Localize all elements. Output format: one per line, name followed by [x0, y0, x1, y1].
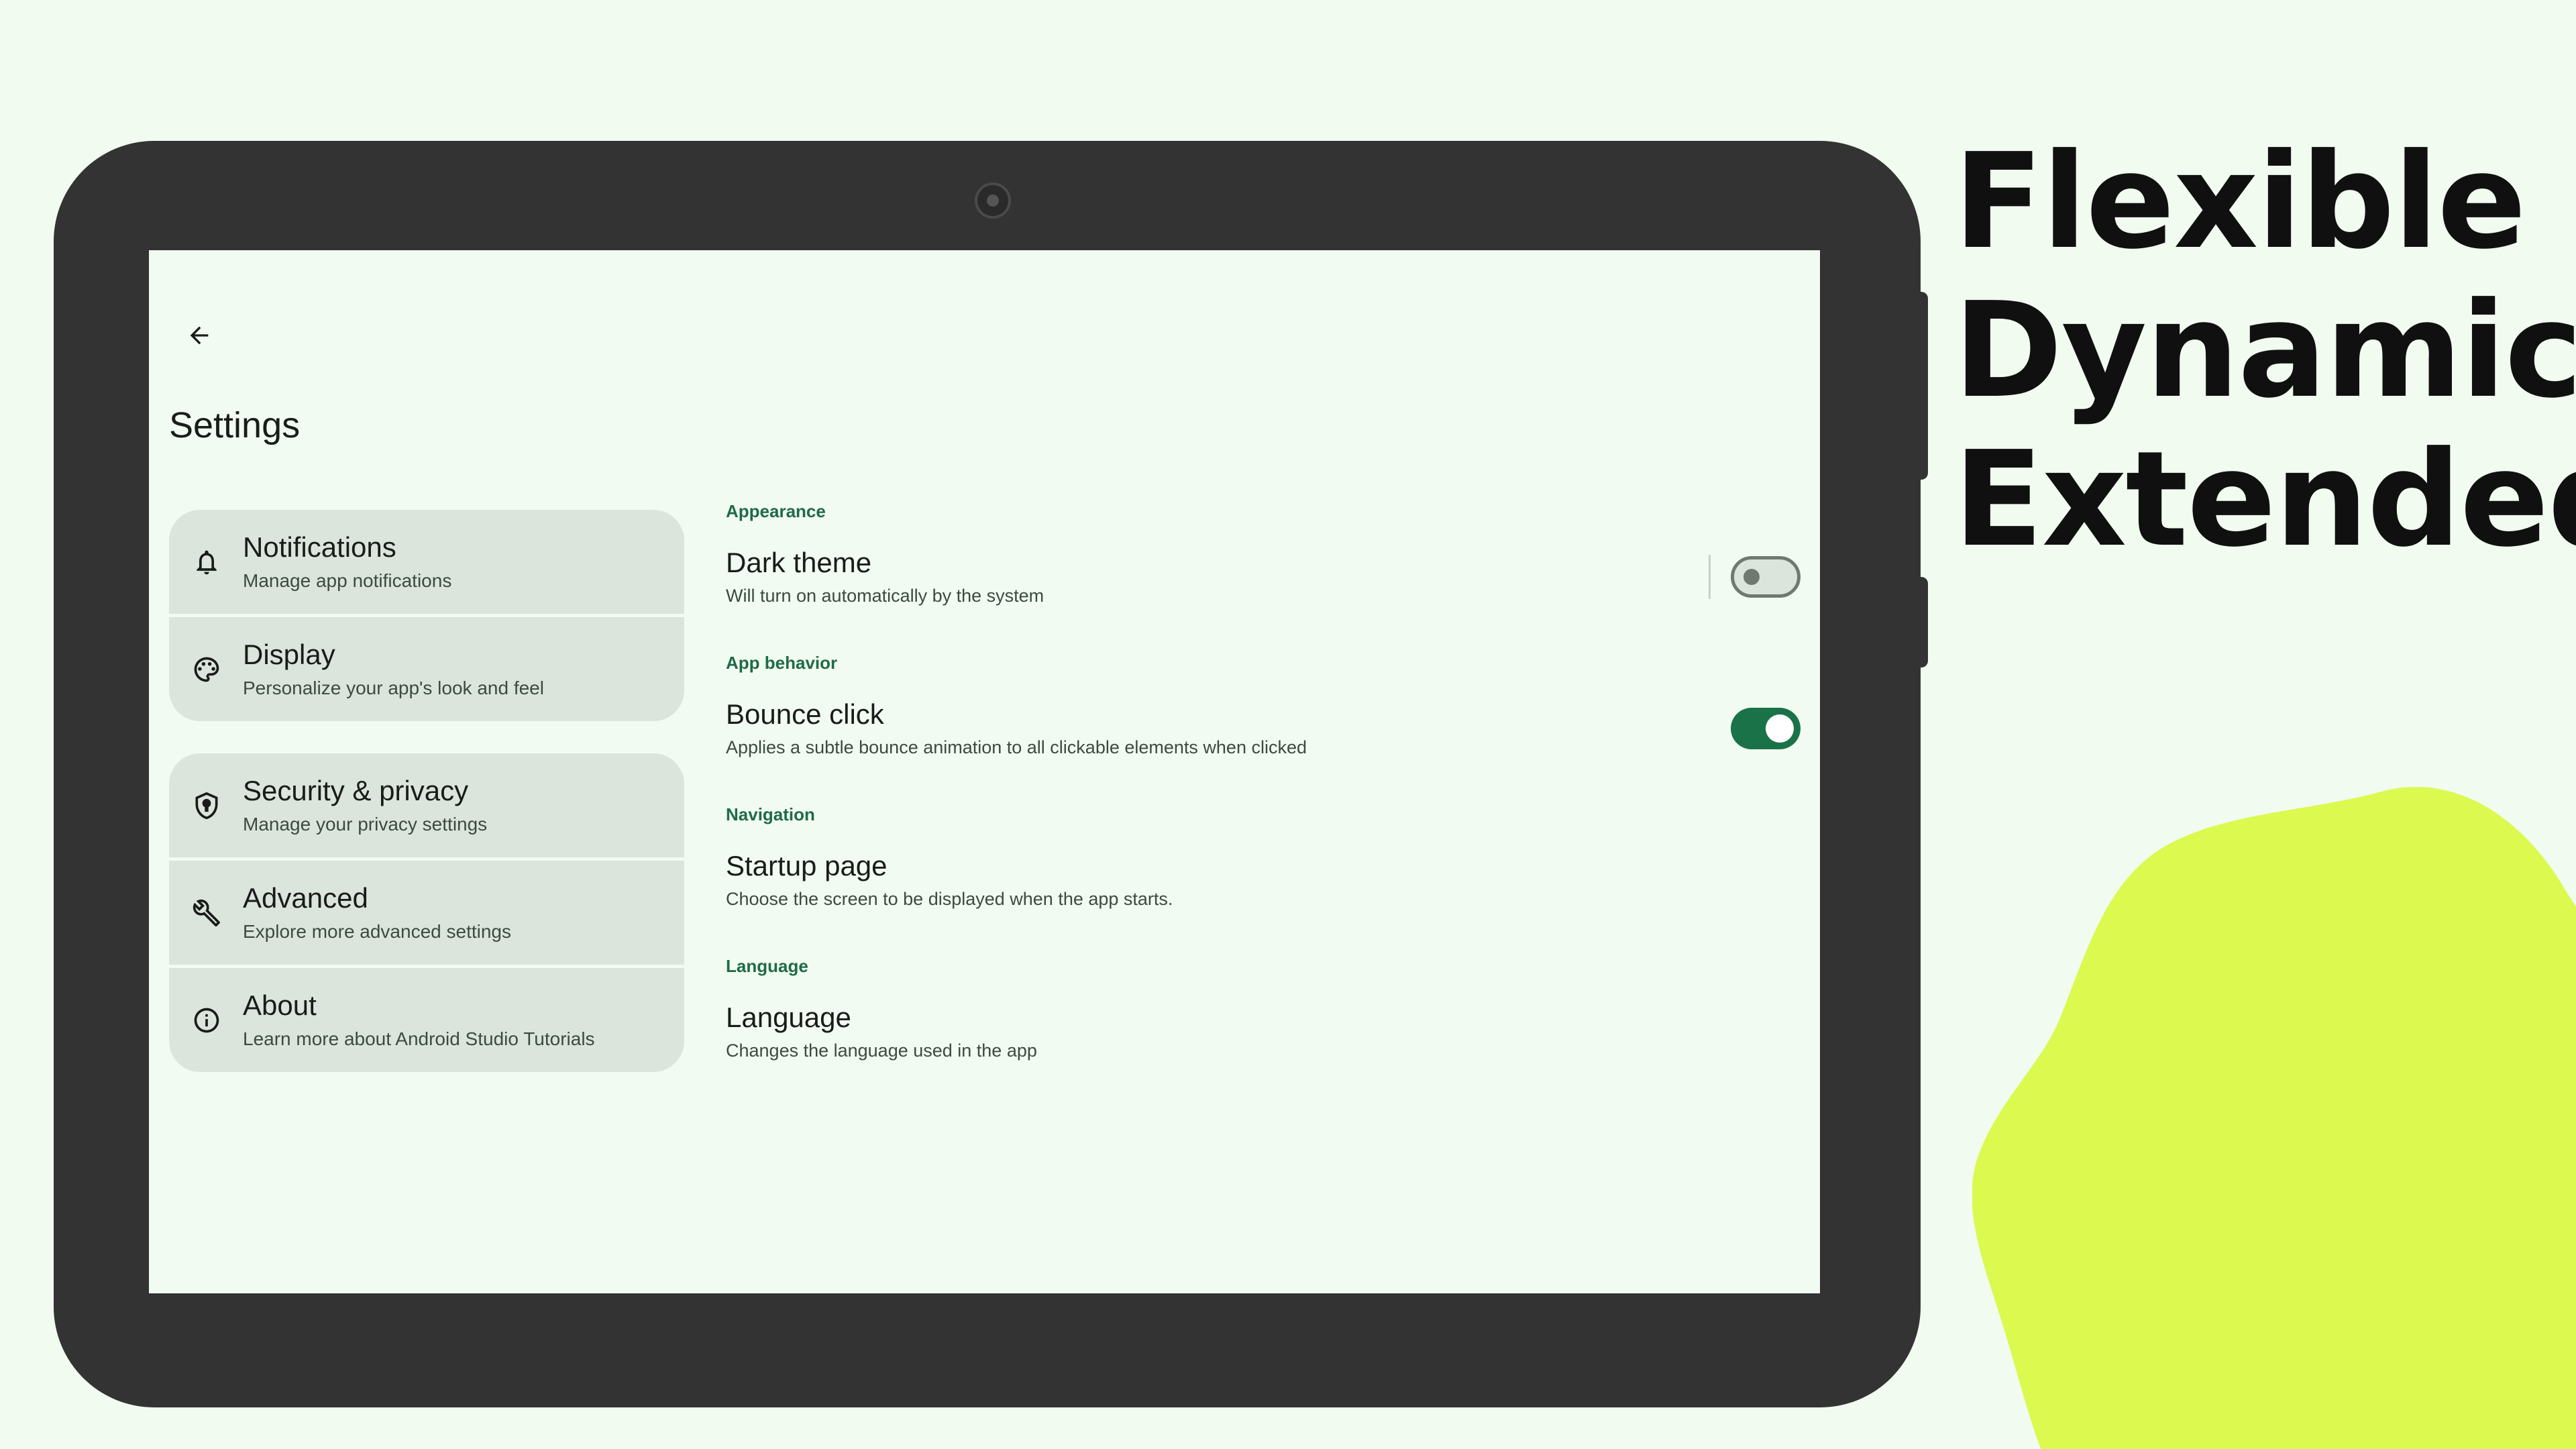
tagline-line-1: Flexible [1953, 125, 2526, 278]
pref-startup-page-subtitle: Choose the screen to be displayed when t… [726, 889, 1173, 909]
pref-language-title[interactable]: Language [726, 1002, 851, 1034]
menu-item-subtitle: Manage your privacy settings [243, 814, 488, 835]
switch-divider [1709, 555, 1711, 599]
section-label-language: Language [726, 956, 808, 976]
tagline-line-2: Dynamic [1953, 274, 2576, 427]
back-button[interactable] [169, 305, 229, 366]
menu-item-title: About [243, 989, 317, 1021]
tagline-line-3: Extended [1953, 423, 2576, 576]
menu-item-title: Display [243, 639, 335, 670]
shield-icon [195, 792, 218, 820]
settings-screen: Settings Notifications Manage app notifi… [149, 250, 1820, 1293]
pref-dark-theme-title[interactable]: Dark theme [726, 547, 871, 579]
palette-icon [194, 657, 219, 682]
menu-item-about[interactable]: About Learn more about Android Studio Tu… [169, 968, 684, 1072]
arrow-back-icon [190, 326, 209, 345]
bounce-click-switch[interactable] [1731, 708, 1801, 749]
promo-stage: Flexible Dynamic Extended Settings Notif… [0, 0, 2576, 1449]
menu-item-subtitle: Personalize your app's look and feel [243, 678, 544, 698]
section-label-appearance: Appearance [726, 501, 826, 521]
menu-item-title: Notifications [243, 531, 396, 563]
section-label-navigation: Navigation [726, 804, 815, 824]
info-icon [194, 1008, 219, 1033]
menu-group-secondary: Security & privacy Manage your privacy s… [169, 753, 684, 1072]
dark-theme-switch[interactable] [1731, 556, 1801, 598]
menu-item-subtitle: Manage app notifications [243, 570, 452, 591]
menu-item-advanced[interactable]: Advanced Explore more advanced settings [169, 861, 684, 965]
menu-item-subtitle: Explore more advanced settings [243, 921, 511, 942]
tagline: Flexible Dynamic Extended [1953, 127, 2576, 574]
pref-language-subtitle: Changes the language used in the app [726, 1040, 1037, 1061]
pref-dark-theme-subtitle: Will turn on automatically by the system [726, 586, 1044, 606]
pref-startup-page-title[interactable]: Startup page [726, 850, 888, 882]
switch-knob [1743, 569, 1760, 585]
menu-item-security[interactable]: Security & privacy Manage your privacy s… [169, 753, 684, 857]
menu-item-notifications[interactable]: Notifications Manage app notifications [169, 510, 684, 614]
decorative-blob [1972, 786, 2576, 1449]
switch-knob [1766, 714, 1794, 743]
page-title: Settings [169, 405, 301, 445]
pref-bounce-click-subtitle: Applies a subtle bounce animation to all… [726, 737, 1307, 757]
menu-item-display[interactable]: Display Personalize your app's look and … [169, 617, 684, 721]
pref-bounce-click-title[interactable]: Bounce click [726, 698, 884, 731]
menu-group-primary: Notifications Manage app notifications D… [169, 510, 684, 721]
menu-item-title: Advanced [243, 882, 368, 914]
wrench-icon [193, 899, 221, 927]
menu-item-title: Security & privacy [243, 775, 469, 806]
menu-item-subtitle: Learn more about Android Studio Tutorial… [243, 1028, 595, 1049]
camera-icon [975, 182, 1011, 219]
bell-icon [197, 550, 217, 575]
section-label-app-behavior: App behavior [726, 653, 838, 673]
